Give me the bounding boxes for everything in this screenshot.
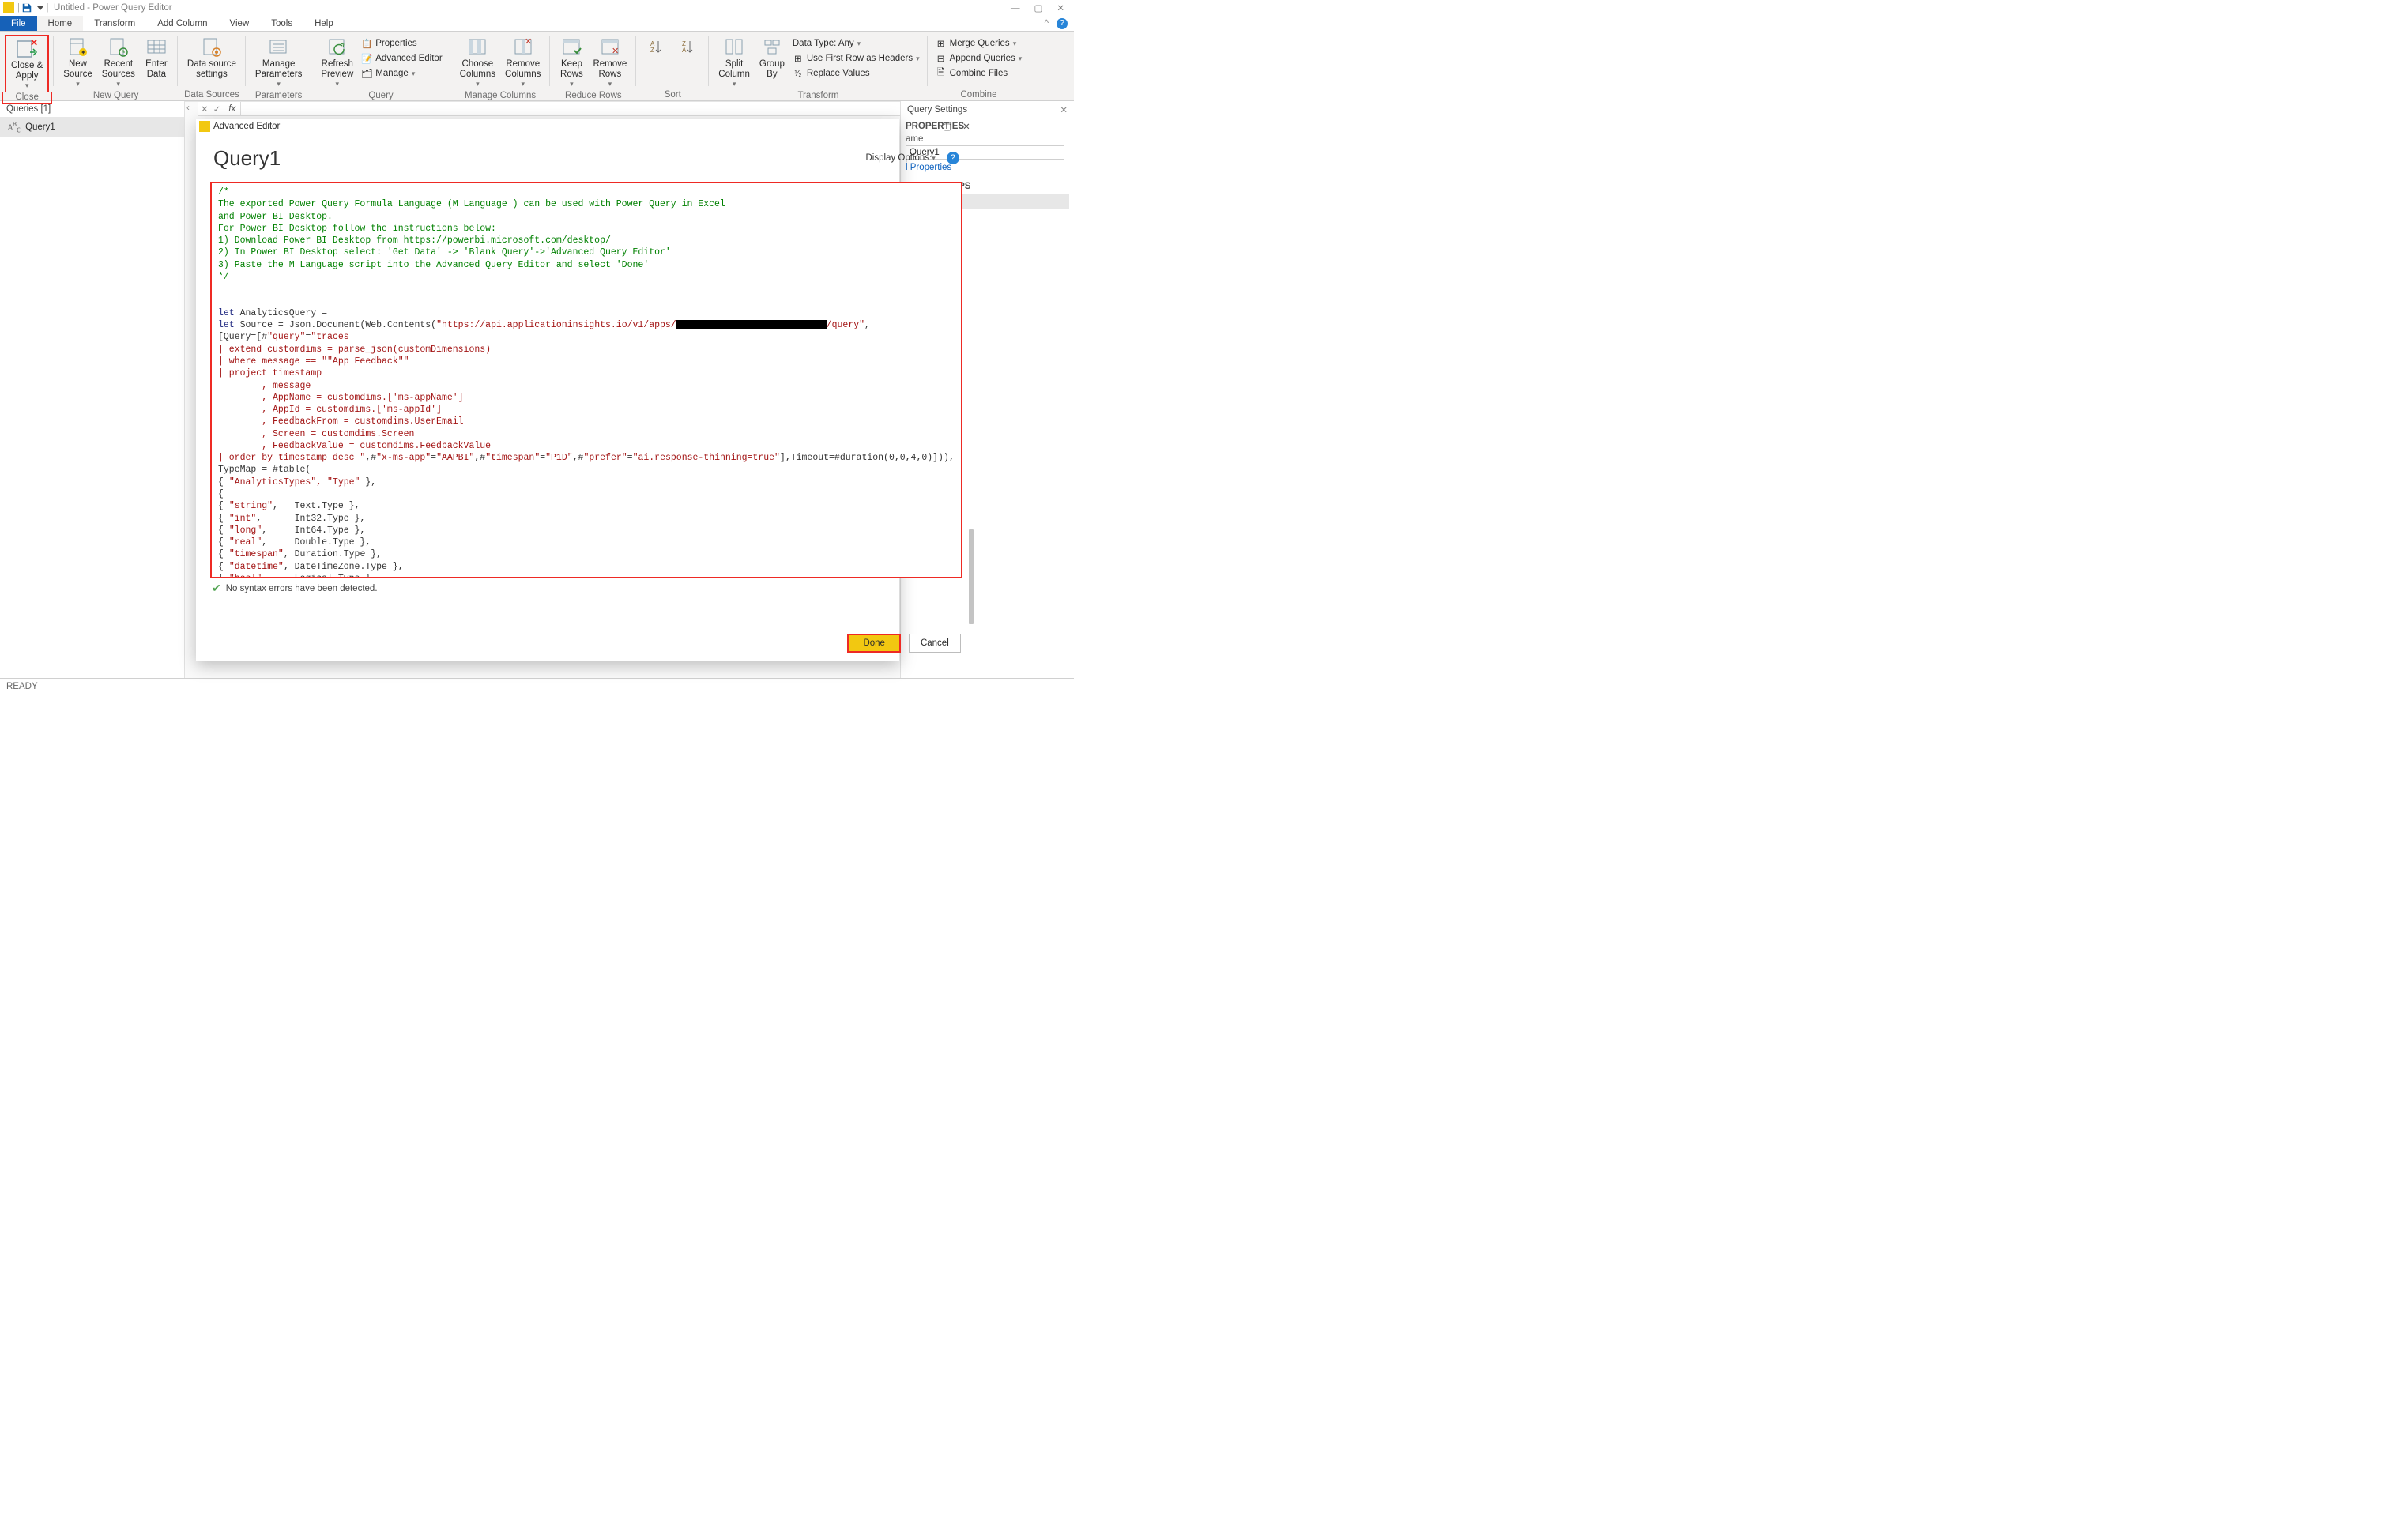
group-transform-label: Transform [710, 90, 925, 101]
title-pipe2: | [47, 3, 49, 13]
redacted-app-id [676, 320, 827, 329]
first-row-headers-button[interactable]: ⊞Use First Row as Headers ▾ [789, 51, 923, 66]
fx-icon[interactable]: fx [224, 104, 240, 114]
modal-minimize-button[interactable]: — [923, 121, 932, 132]
choose-columns-button[interactable]: Choose Columns▾ [455, 35, 500, 90]
recent-sources-button[interactable]: Recent Sources▾ [97, 35, 140, 90]
formula-cancel-icon[interactable]: ✕ [201, 104, 209, 115]
code-scrollbar[interactable] [967, 245, 974, 582]
code-editor[interactable]: /* The exported Power Query Formula Lang… [210, 182, 962, 578]
group-combine-label: Combine [929, 89, 1029, 100]
group-newquery-label: New Query [55, 90, 176, 101]
tab-home[interactable]: Home [37, 16, 84, 31]
collapse-queries-icon[interactable]: ‹ [186, 104, 194, 113]
qat-dropdown-icon[interactable] [37, 5, 43, 11]
append-queries-button[interactable]: ⊟Append Queries ▾ [932, 51, 1026, 66]
display-options-button[interactable]: Display Options ▾ [865, 153, 935, 163]
modal-title: Advanced Editor [213, 122, 280, 131]
combine-files-button[interactable]: 🗎Combine Files [932, 66, 1026, 81]
enter-data-button[interactable]: Enter Data [140, 35, 173, 81]
svg-text:✕: ✕ [30, 38, 38, 48]
collapse-ribbon-icon[interactable]: ^ [1045, 19, 1049, 28]
status-bar: READY [0, 678, 1074, 694]
tab-view[interactable]: View [219, 16, 261, 31]
maximize-button[interactable]: ▢ [1034, 2, 1042, 13]
group-reducerows-label: Reduce Rows [552, 90, 635, 101]
query-item-query1[interactable]: ABC Query1 [0, 117, 184, 137]
modal-help-icon[interactable]: ? [947, 152, 959, 164]
manage-query-button[interactable]: 🗂Manage ▾ [358, 66, 445, 81]
formula-bar: ✕ ✓ fx [198, 102, 900, 116]
check-icon: ✔ [212, 582, 221, 595]
data-type-button[interactable]: Data Type: Any ▾ [789, 36, 923, 51]
window-controls: — ▢ ✕ [1011, 2, 1071, 13]
modal-maximize-button[interactable]: ▢ [943, 121, 951, 132]
group-close-label: Close [2, 92, 52, 104]
modal-pbi-logo-icon [199, 121, 210, 132]
formula-input[interactable] [240, 102, 900, 115]
tab-transform[interactable]: Transform [83, 16, 146, 31]
data-source-settings-button[interactable]: Data source settings [183, 35, 241, 81]
tab-file[interactable]: File [0, 16, 37, 31]
svg-text:✕: ✕ [612, 47, 619, 56]
advanced-editor-dialog: Advanced Editor — ▢ ✕ Query1 Display Opt… [196, 119, 899, 661]
modal-close-button[interactable]: ✕ [962, 121, 970, 132]
formula-accept-icon[interactable]: ✓ [213, 104, 221, 115]
tab-add-column[interactable]: Add Column [146, 16, 218, 31]
keep-rows-button[interactable]: Keep Rows▾ [555, 35, 588, 90]
properties-button[interactable]: 📋Properties [358, 36, 445, 51]
save-icon[interactable] [21, 2, 32, 13]
remove-columns-button[interactable]: ✕ Remove Columns▾ [500, 35, 545, 90]
sort-desc-button[interactable]: ZA [672, 35, 704, 60]
query-settings-header: Query Settings [907, 105, 967, 115]
modal-heading: Query1 [213, 146, 281, 171]
title-pipe: | [17, 3, 20, 13]
refresh-preview-button[interactable]: Refresh Preview▾ [316, 35, 358, 90]
group-query-label: Query [313, 90, 448, 101]
group-by-button[interactable]: Group By [755, 35, 789, 81]
group-parameters-label: Parameters [247, 90, 310, 101]
sort-asc-button[interactable]: AZ [641, 35, 672, 60]
syntax-status: No syntax errors have been detected. [226, 584, 378, 593]
svg-text:A: A [682, 47, 687, 54]
title-bar: | | Untitled - Power Query Editor — ▢ ✕ [0, 0, 1074, 16]
group-datasources-label: Data Sources [179, 89, 244, 100]
replace-values-button[interactable]: ¹⁄₂Replace Values [789, 66, 923, 81]
cancel-button[interactable]: Cancel [909, 634, 961, 653]
tab-tools[interactable]: Tools [260, 16, 303, 31]
close-and-apply-button[interactable]: ✕ Close & Apply▾ [5, 35, 49, 92]
window-title: Untitled - Power Query Editor [54, 3, 172, 13]
pbi-logo-icon [3, 2, 14, 13]
group-managecolumns-label: Manage Columns [452, 90, 549, 101]
svg-text:✕: ✕ [525, 37, 532, 47]
close-settings-icon[interactable]: ✕ [1060, 104, 1068, 115]
query-item-label: Query1 [25, 122, 55, 132]
svg-text:Z: Z [650, 47, 654, 54]
svg-text:✦: ✦ [81, 49, 86, 56]
help-icon[interactable]: ? [1057, 18, 1068, 29]
split-column-button[interactable]: Split Column▾ [714, 35, 755, 90]
manage-parameters-button[interactable]: Manage Parameters▾ [251, 35, 307, 90]
tab-help[interactable]: Help [303, 16, 345, 31]
advanced-editor-button[interactable]: 📝Advanced Editor [358, 51, 445, 66]
new-source-button[interactable]: ✦ New Source▾ [58, 35, 96, 90]
ribbon: ✕ Close & Apply▾ Close ✦ New Source▾ Rec… [0, 32, 1074, 101]
abc-icon: ABC [8, 120, 21, 134]
queries-pane: Queries [1] ABC Query1 [0, 101, 185, 678]
group-sort-label: Sort [638, 89, 707, 100]
status-ready: READY [6, 682, 38, 691]
close-button[interactable]: ✕ [1057, 2, 1064, 13]
ribbon-tabs: File Home Transform Add Column View Tool… [0, 16, 1074, 32]
merge-queries-button[interactable]: ⊞Merge Queries ▾ [932, 36, 1026, 51]
remove-rows-button[interactable]: ✕ Remove Rows▾ [588, 35, 631, 90]
minimize-button[interactable]: — [1011, 3, 1020, 13]
done-button[interactable]: Done [847, 634, 901, 653]
